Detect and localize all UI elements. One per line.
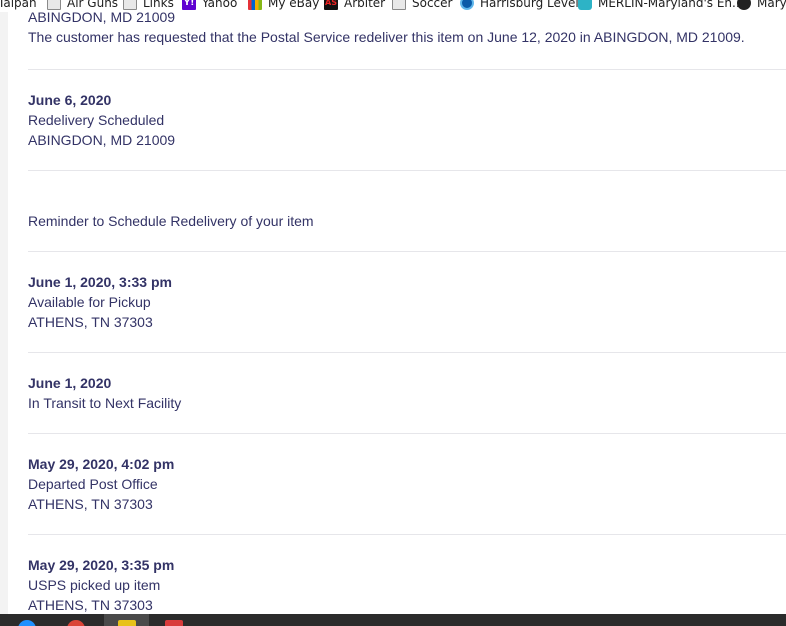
event-status: Redelivery Scheduled <box>28 112 165 128</box>
divider <box>28 433 786 434</box>
tracking-event: June 1, 2020, 3:33 pm Available for Pick… <box>28 272 172 332</box>
divider <box>28 352 786 353</box>
event-location: ABINGDON, MD 21009 <box>28 132 176 148</box>
app-icon <box>118 620 136 626</box>
divider <box>28 534 786 535</box>
event-location: ATHENS, TN 37303 <box>28 597 153 613</box>
tracking-event: May 29, 2020, 3:35 pm USPS picked up ite… <box>28 555 174 615</box>
divider <box>28 170 786 171</box>
event-date: June 1, 2020, 3:33 pm <box>28 274 172 290</box>
event-location: ABINGDON, MD 21009 <box>28 9 176 25</box>
event-status: Reminder to Schedule Redelivery of your … <box>28 213 314 229</box>
event-date: May 29, 2020, 3:35 pm <box>28 557 175 573</box>
tracking-event: June 6, 2020 Redelivery Scheduled ABINGD… <box>28 90 175 150</box>
event-status: Available for Pickup <box>28 294 151 310</box>
taskbar-app-edge[interactable] <box>14 614 40 626</box>
event-status: USPS picked up item <box>28 577 161 593</box>
taskbar-app-chrome[interactable] <box>62 614 90 626</box>
event-date: June 6, 2020 <box>28 92 112 108</box>
event-date: May 29, 2020, 4:02 pm <box>28 456 175 472</box>
chrome-icon <box>67 620 85 626</box>
taskbar-app-active[interactable] <box>104 614 149 626</box>
event-location: ATHENS, TN 37303 <box>28 496 153 512</box>
divider <box>28 251 786 252</box>
tracking-event: May 29, 2020, 4:02 pm Departed Post Offi… <box>28 454 174 514</box>
tracking-event: June 1, 2020 In Transit to Next Facility <box>28 373 181 413</box>
taskbar <box>0 614 786 626</box>
event-status: Departed Post Office <box>28 476 158 492</box>
tracking-event-partial: ABINGDON, MD 21009 The customer has requ… <box>28 7 745 47</box>
taskbar-app-red[interactable] <box>160 614 188 626</box>
tracking-event: Reminder to Schedule Redelivery of your … <box>28 211 314 231</box>
event-message: The customer has requested that the Post… <box>28 29 745 45</box>
divider <box>28 69 786 70</box>
left-gutter <box>0 12 8 614</box>
app-icon <box>165 620 183 626</box>
bookmark-label: Maryl <box>757 0 786 10</box>
event-date: June 1, 2020 <box>28 375 112 391</box>
event-status: In Transit to Next Facility <box>28 395 182 411</box>
event-location: ATHENS, TN 37303 <box>28 314 153 330</box>
edge-icon <box>18 620 36 626</box>
